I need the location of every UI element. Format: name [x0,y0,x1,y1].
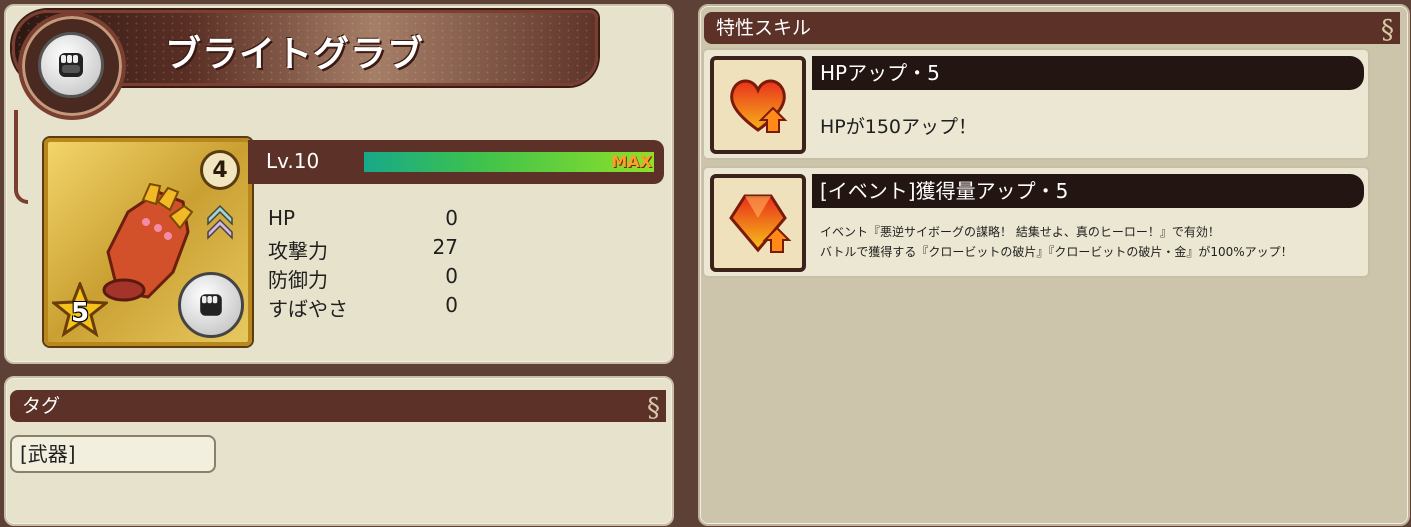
gem-up-icon [710,174,806,272]
skill-item[interactable]: [イベント]獲得量アップ・5 イベント『悪逆サイボーグの謀略！ 結集せよ、真のヒ… [702,166,1370,278]
stat-row-speed: すばやさ 0 [268,293,468,322]
fist-icon [178,272,244,338]
stat-label: 防御力 [268,268,328,292]
stat-row-defense: 防御力 0 [268,264,468,293]
skill-name: HPアップ・5 [812,56,1364,90]
tag-chip[interactable]: [武器] [10,435,216,473]
skill-description-line: バトルで獲得する『クロービットの破片』『クロービットの破片・金』が100%アップ… [820,245,1293,259]
scroll-ornament-icon: § [1381,15,1394,45]
stat-value: 0 [445,264,458,288]
tag-header-label: タグ [22,395,61,417]
skill-name: [イベント]獲得量アップ・5 [812,174,1364,208]
skill-header: 特性スキル § [704,12,1400,45]
skill-description: HPが150アップ！ [820,116,978,138]
star-count: 5 [70,298,90,328]
skill-description-line: イベント『悪逆サイボーグの謀略！ 結集せよ、真のヒーロー！』で有効！ [820,225,1220,239]
item-card[interactable]: 4 5 [44,138,252,346]
rarity-badge: 4 [200,150,240,190]
stat-label: HP [268,206,296,230]
rank-up-chevron-icon [207,204,233,240]
stat-value: 27 [432,235,458,259]
skill-item[interactable]: HPアップ・5 HPが150アップ！ [702,48,1370,160]
fist-icon [38,32,104,98]
max-label: MAX [611,152,652,171]
tag-header: タグ § [10,390,666,423]
item-type-medallion [18,12,126,120]
stat-value: 0 [445,293,458,317]
exp-gauge: MAX [364,152,654,172]
stat-label: すばやさ [268,297,348,321]
stat-value: 0 [445,206,458,230]
level-bar: Lv.10 MAX [248,140,664,184]
skill-header-label: 特性スキル [716,17,812,39]
frame-ornament [14,110,28,204]
stat-label: 攻撃力 [268,239,328,263]
stat-row-attack: 攻撃力 27 [268,235,468,264]
level-label: Lv.10 [266,149,320,173]
item-name: ブライトグラブ [165,34,425,75]
stat-row-hp: HP 0 [268,206,468,235]
scroll-ornament-icon: § [647,393,660,423]
stats-list: HP 0 攻撃力 27 防御力 0 すばやさ 0 [268,206,468,322]
heart-up-icon [710,56,806,154]
